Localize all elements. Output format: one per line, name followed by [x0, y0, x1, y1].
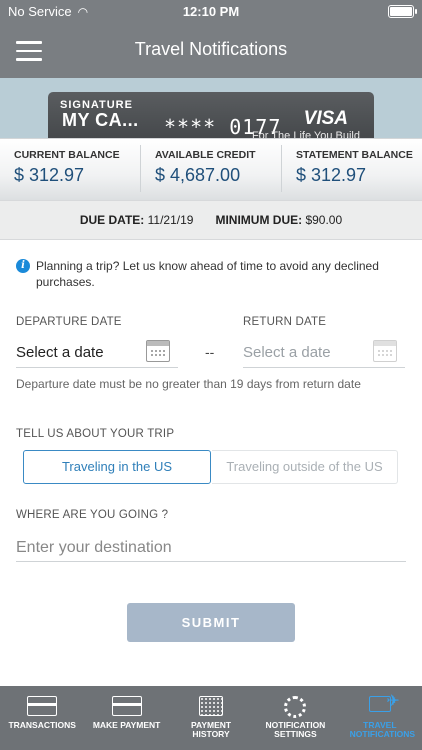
- visa-logo: VISA: [303, 108, 348, 129]
- current-balance: CURRENT BALANCE $ 312.97: [0, 145, 141, 192]
- card-name: MY CA...: [62, 110, 139, 130]
- date-hint: Departure date must be no greater than 1…: [16, 377, 361, 391]
- calendar-icon: [199, 696, 224, 716]
- trip-type-segmented-control: Traveling in the US Traveling outside of…: [23, 450, 399, 484]
- destination-label: WHERE ARE YOU GOING ?: [16, 509, 169, 521]
- nav-bar: Travel Notifications: [0, 24, 422, 78]
- info-message: i Planning a trip? Let us know ahead of …: [16, 258, 396, 290]
- return-date-label: RETURN DATE: [243, 316, 327, 328]
- clock: 12:10 PM: [182, 4, 240, 19]
- card-banner: SIGNATURE MY CA... **** 0177 VISA For Th…: [0, 78, 422, 138]
- statement-balance: STATEMENT BALANCE $ 312.97: [296, 149, 413, 185]
- departure-date-field[interactable]: Select a date: [16, 338, 178, 368]
- tab-transactions[interactable]: TRANSACTIONS: [0, 686, 84, 750]
- calendar-icon[interactable]: [146, 340, 170, 362]
- submit-button[interactable]: SUBMIT: [127, 603, 295, 642]
- credit-card-image: SIGNATURE MY CA... **** 0177 VISA For Th…: [48, 92, 374, 138]
- return-date-field[interactable]: Select a date: [243, 338, 405, 368]
- departure-date-value: Select a date: [16, 344, 104, 361]
- info-icon: i: [16, 259, 30, 273]
- date-separator: --: [205, 344, 215, 360]
- bottom-tab-bar: TRANSACTIONS MAKE PAYMENT PAYMENT HISTOR…: [0, 686, 422, 750]
- trip-type-label: TELL US ABOUT YOUR TRIP: [16, 428, 175, 440]
- due-date: DUE DATE: 11/21/19: [79, 213, 194, 227]
- card-icon: [27, 696, 58, 716]
- battery-icon: [388, 5, 417, 18]
- due-summary: DUE DATE: 11/21/19 MINIMUM DUE: $90.00: [0, 200, 422, 240]
- plane-icon: [368, 691, 400, 712]
- gear-icon: [284, 696, 307, 718]
- minimum-due: MINIMUM DUE: $90.00: [215, 213, 343, 227]
- status-bar: No Service ◠ 12:10 PM: [0, 0, 422, 24]
- return-date-placeholder: Select a date: [243, 344, 331, 361]
- card-icon: [111, 696, 142, 716]
- calendar-icon[interactable]: [373, 340, 397, 362]
- tab-travel-notifications[interactable]: TRAVEL NOTIFICATIONS: [338, 686, 422, 750]
- available-credit: AVAILABLE CREDIT $ 4,687.00: [141, 145, 282, 192]
- option-traveling-in-us[interactable]: Traveling in the US: [23, 450, 211, 484]
- card-tagline: For The Life You Build: [251, 130, 360, 138]
- departure-date-label: DEPARTURE DATE: [16, 316, 122, 328]
- tab-payment-history[interactable]: PAYMENT HISTORY: [169, 686, 253, 750]
- tab-notification-settings[interactable]: NOTIFICATION SETTINGS: [253, 686, 337, 750]
- balance-summary: CURRENT BALANCE $ 312.97 AVAILABLE CREDI…: [0, 138, 422, 200]
- destination-input[interactable]: [16, 530, 406, 562]
- tab-make-payment[interactable]: MAKE PAYMENT: [84, 686, 168, 750]
- page-title: Travel Notifications: [134, 39, 288, 59]
- option-traveling-outside-us[interactable]: Traveling outside of the US: [212, 450, 398, 484]
